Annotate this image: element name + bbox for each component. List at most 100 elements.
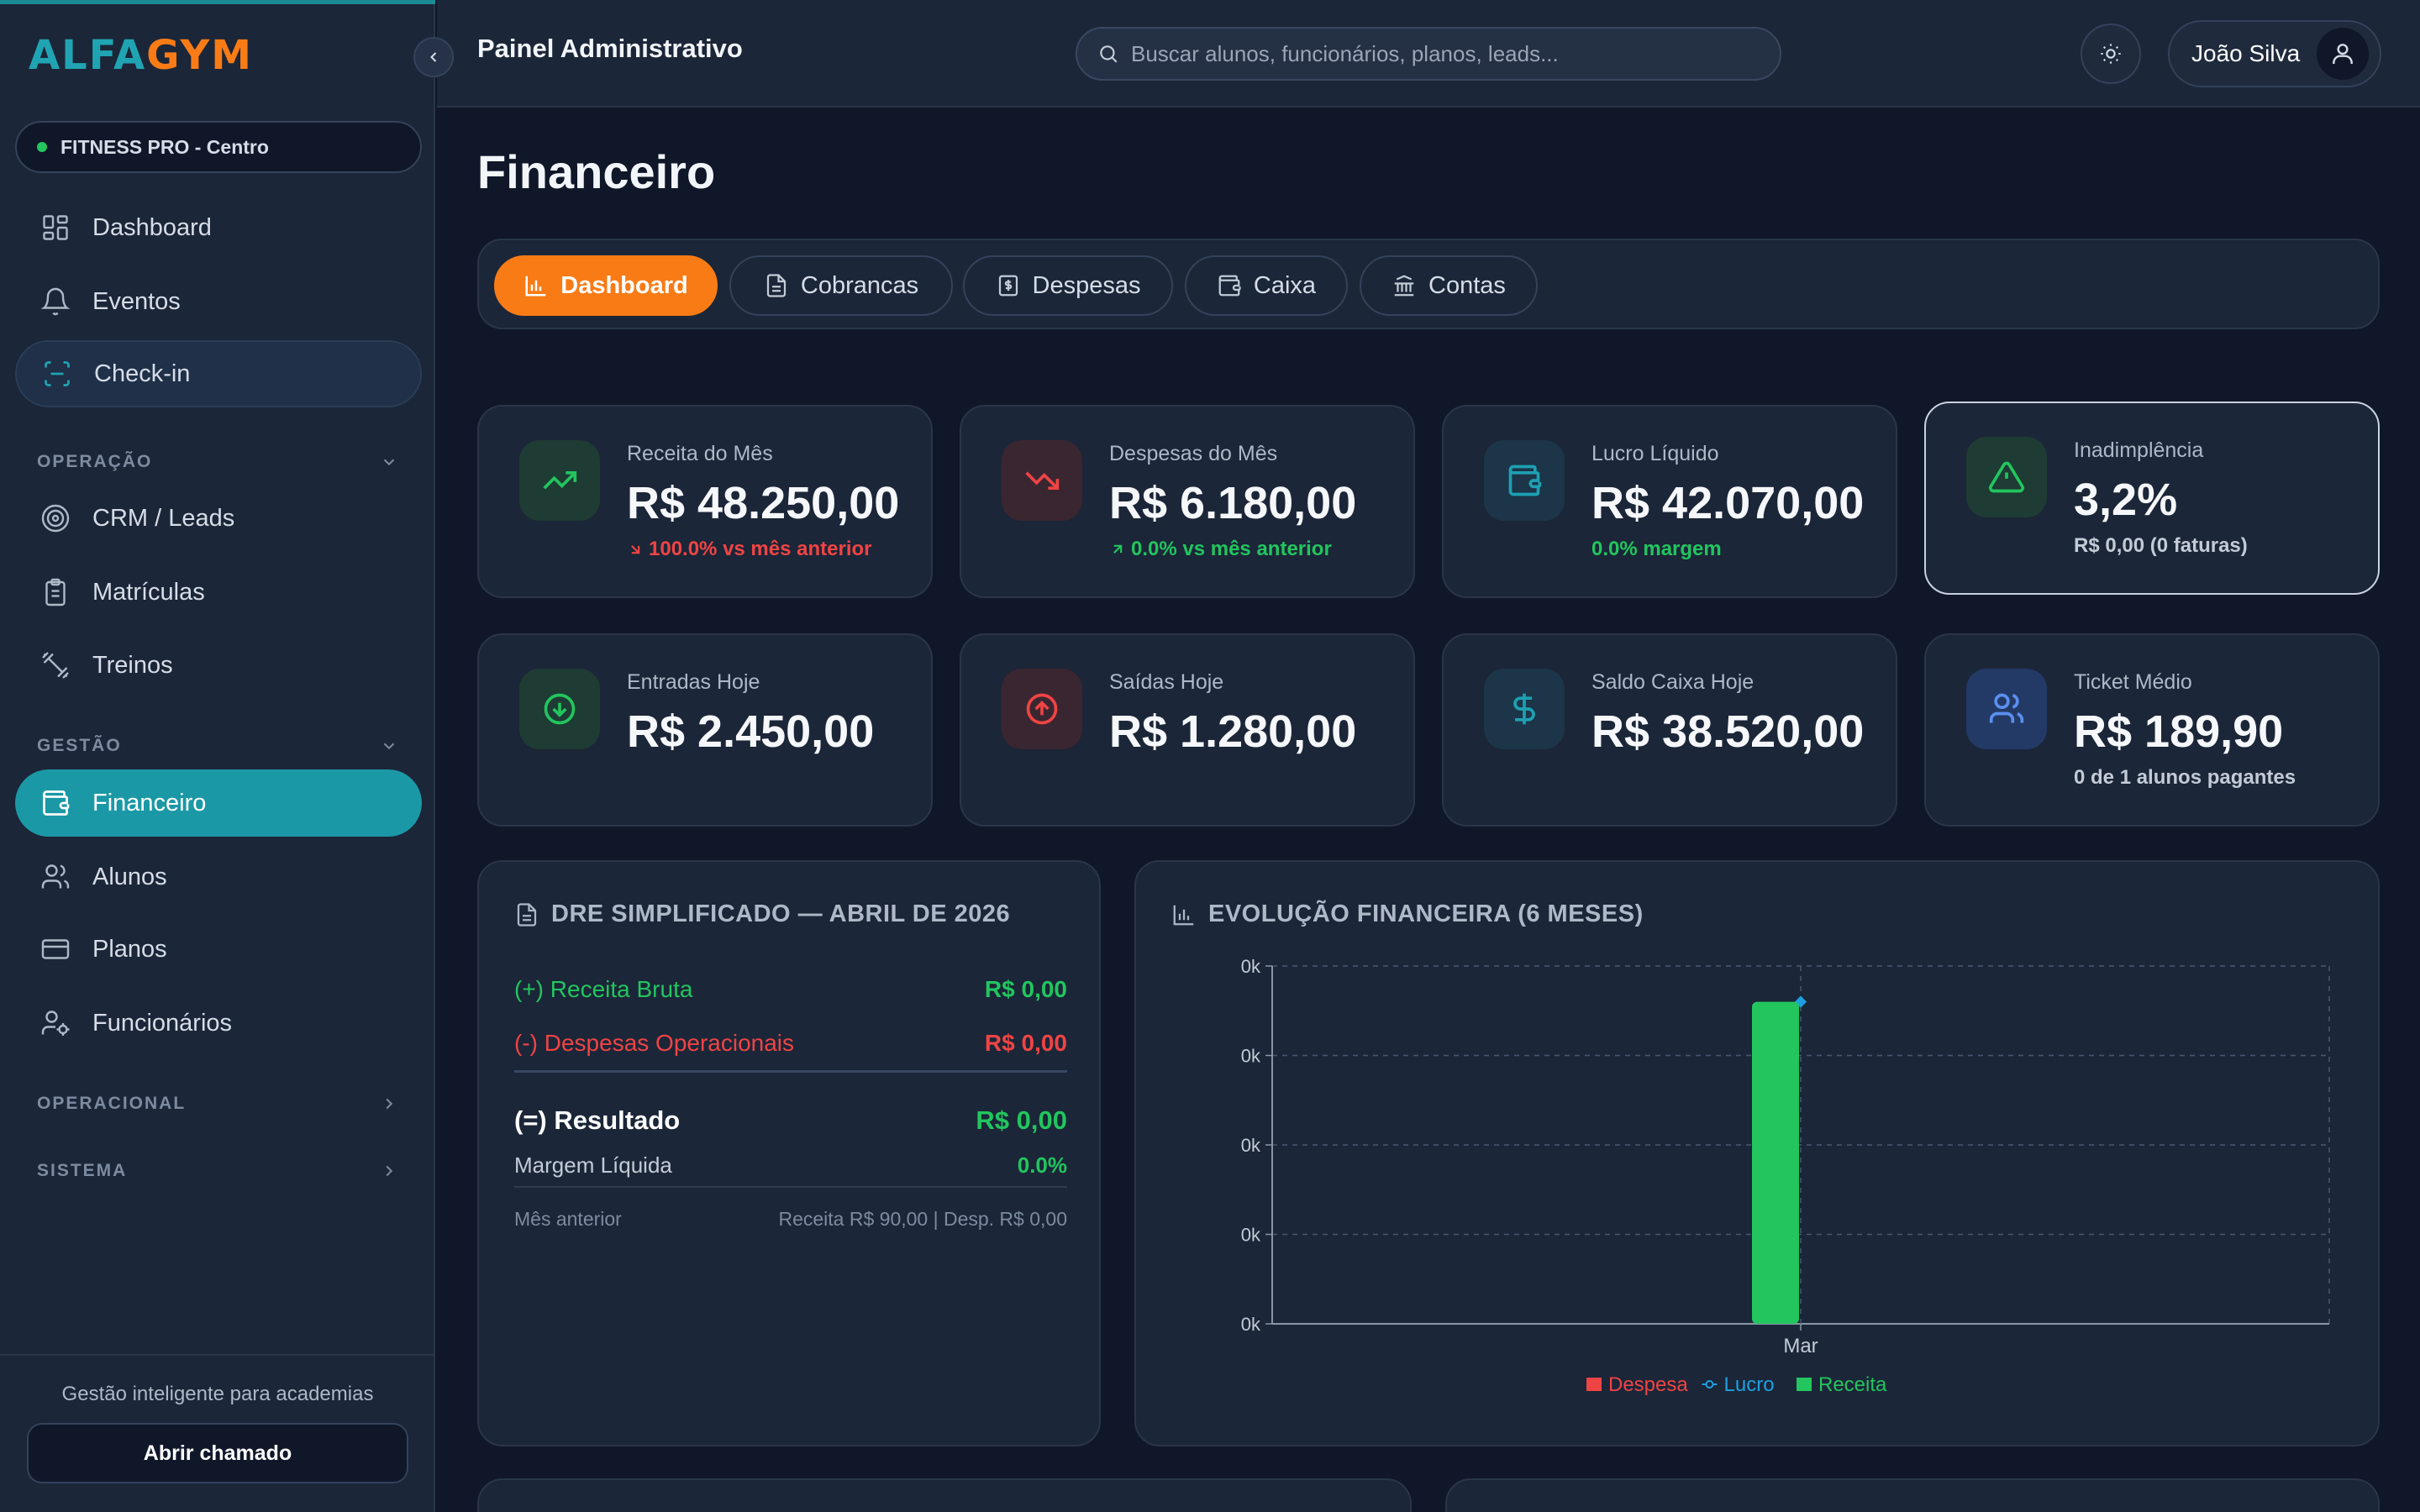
avatar — [2317, 28, 2370, 80]
dumbbell-icon — [39, 648, 72, 682]
kpi-entradas-hoje: Entradas Hoje R$ 2.450,00 — [477, 633, 933, 827]
bank-icon — [1392, 273, 1417, 298]
sidebar-item-planos[interactable]: Planos — [15, 916, 422, 983]
wallet-icon — [1484, 440, 1565, 521]
collapse-sidebar-button[interactable] — [413, 37, 454, 77]
tab-despesas[interactable]: Despesas — [963, 255, 1173, 316]
kpi-ticket-medio: Ticket Médio R$ 189,90 0 de 1 alunos pag… — [1924, 633, 2380, 827]
sidebar-item-funcionarios[interactable]: Funcionários — [15, 990, 422, 1057]
y-tick-label: 0k — [1241, 956, 1261, 977]
kpi-change: 100.0% vs mês anterior — [627, 538, 872, 561]
sidebar-item-dashboard[interactable]: Dashboard — [15, 194, 422, 261]
kpi-lucro-liquido: Lucro Líquido R$ 42.070,00 0.0% margem — [1442, 405, 1897, 598]
sidebar-item-label: Matrículas — [92, 578, 205, 606]
legend-label: Receita — [1818, 1373, 1887, 1396]
chevron-left-icon — [425, 49, 442, 66]
sidebar-item-label: Eventos — [92, 287, 181, 315]
section-gestao[interactable]: GESTÃO — [37, 736, 398, 756]
tab-contas[interactable]: Contas — [1360, 255, 1538, 316]
theme-toggle-button[interactable] — [2081, 24, 2141, 84]
user-name: João Silva — [2191, 40, 2301, 66]
alert-triangle-icon — [1966, 437, 2047, 517]
x-tick-label: Mar — [1783, 1335, 1818, 1357]
kpi-despesas-mes: Despesas do Mês R$ 6.180,00 0.0% vs mês … — [960, 405, 1415, 598]
page-title: Financeiro — [477, 145, 716, 198]
users-icon — [1966, 669, 2047, 749]
tab-caixa[interactable]: Caixa — [1185, 255, 1348, 316]
kpi-saidas-hoje: Saídas Hoje R$ 1.280,00 — [960, 633, 1415, 827]
brand-logo[interactable]: ALFA GYM — [29, 32, 253, 79]
chevron-down-icon — [380, 453, 398, 471]
sidebar-item-crm-leads[interactable]: CRM / Leads — [15, 485, 422, 552]
dre-resultado-row: (=) Resultado R$ 0,00 — [514, 1105, 1067, 1135]
wallet-icon — [39, 786, 72, 820]
users-icon — [39, 860, 72, 894]
kpi-receita-mes: Receita do Mês R$ 48.250,00 100.0% vs mê… — [477, 405, 933, 598]
receipt-icon — [996, 273, 1021, 298]
sidebar-item-alunos[interactable]: Alunos — [15, 843, 422, 911]
open-ticket-button[interactable]: Abrir chamado — [27, 1423, 408, 1483]
kpi-margin: 0.0% margem — [1591, 538, 1722, 560]
search-bar[interactable] — [1076, 27, 1781, 81]
kpi-value: R$ 38.520,00 — [1591, 706, 1865, 757]
topbar: Painel Administrativo João Silva — [437, 0, 2420, 108]
section-operacional[interactable]: OPERACIONAL — [37, 1094, 398, 1114]
dre-despesas-row: (-) Despesas Operacionais R$ 0,00 — [514, 1030, 1067, 1056]
kpi-label: Ticket Médio — [2074, 670, 2192, 694]
y-tick-label: 0k — [1241, 1314, 1261, 1335]
sidebar-item-financeiro[interactable]: Financeiro — [15, 769, 422, 837]
document-icon — [514, 902, 539, 927]
sidebar-item-matriculas[interactable]: Matrículas — [15, 559, 422, 626]
section-sistema[interactable]: SISTEMA — [37, 1161, 398, 1181]
dre-margem-row: Margem Líquida 0.0% — [514, 1152, 1067, 1178]
kpi-value: R$ 189,90 — [2074, 706, 2284, 757]
kpi-label: Despesas do Mês — [1109, 442, 1278, 465]
kpi-value: R$ 48.250,00 — [627, 478, 900, 528]
user-cog-icon — [39, 1006, 72, 1040]
unit-selector[interactable]: FITNESS PRO - Centro — [15, 121, 422, 173]
sidebar-item-treinos[interactable]: Treinos — [15, 632, 422, 699]
header-title: Painel Administrativo — [477, 34, 743, 63]
kpi-inadimplencia[interactable]: Inadimplência 3,2% R$ 0,00 (0 faturas) — [1924, 402, 2380, 595]
kpi-label: Saldo Caixa Hoje — [1591, 670, 1754, 694]
kpi-value: R$ 1.280,00 — [1109, 706, 1357, 757]
unit-label: FITNESS PRO - Centro — [60, 135, 269, 158]
sidebar-item-eventos[interactable]: Eventos — [15, 268, 422, 335]
sidebar-item-label: Planos — [92, 935, 167, 963]
section-operacao[interactable]: OPERAÇÃO — [37, 452, 398, 472]
user-menu[interactable]: João Silva — [2168, 20, 2381, 87]
sidebar-item-label: Dashboard — [92, 213, 212, 241]
financial-chart: 0k 0k 0k 0k 0k Mar Despesa Lucro Receita — [1241, 956, 2330, 1396]
dre-receita-row: (+) Receita Bruta R$ 0,00 — [514, 976, 1067, 1002]
search-input[interactable] — [1131, 40, 1770, 67]
trending-down-icon — [1002, 440, 1082, 521]
y-tick-label: 0k — [1241, 1135, 1261, 1156]
chevron-down-icon — [380, 737, 398, 755]
legend-label: Despesa — [1608, 1373, 1688, 1396]
arrow-up-circle-icon — [1002, 669, 1082, 749]
dre-title: DRE SIMPLIFICADO — ABRIL DE 2026 — [514, 900, 1010, 928]
divider — [514, 1186, 1067, 1188]
kpi-label: Entradas Hoje — [627, 670, 760, 694]
chart-panel: EVOLUÇÃO FINANCEIRA (6 MESES) 0k 0k 0k 0k 0k… — [1134, 860, 2380, 1446]
sidebar-item-label: Treinos — [92, 651, 173, 679]
sidebar-item-label: Alunos — [92, 863, 167, 890]
kpi-detail: R$ 0,00 (0 faturas) — [2074, 534, 2248, 557]
tab-cobrancas[interactable]: Cobrancas — [729, 255, 953, 316]
y-tick-label: 0k — [1241, 1225, 1261, 1246]
kpi-label: Lucro Líquido — [1591, 442, 1719, 465]
kpi-saldo-caixa: Saldo Caixa Hoje R$ 38.520,00 — [1442, 633, 1897, 827]
bottom-card-right — [1445, 1478, 2380, 1512]
arrow-down-right-icon — [627, 541, 644, 558]
clipboard-icon — [39, 575, 72, 609]
legend-swatch — [1586, 1378, 1602, 1391]
sidebar-item-label: Financeiro — [92, 789, 207, 816]
wallet-icon — [1217, 273, 1242, 298]
target-icon — [39, 501, 72, 535]
tab-dashboard[interactable]: Dashboard — [494, 255, 718, 316]
sidebar-item-checkin[interactable]: Check-in — [15, 340, 422, 407]
dre-panel: DRE SIMPLIFICADO — ABRIL DE 2026 (+) Rec… — [477, 860, 1101, 1446]
kpi-label: Receita do Mês — [627, 442, 773, 465]
chevron-right-icon — [380, 1095, 398, 1113]
arrow-down-circle-icon — [519, 669, 600, 749]
